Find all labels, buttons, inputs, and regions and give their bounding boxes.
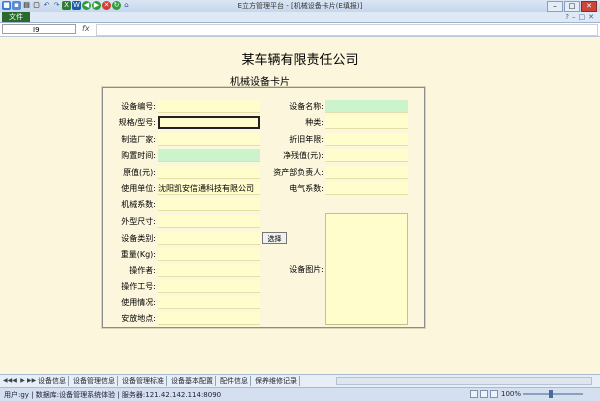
operator-field[interactable] bbox=[158, 264, 260, 277]
type-label: 种类: bbox=[305, 118, 324, 127]
operator-label: 操作者: bbox=[129, 266, 156, 275]
window-controls: – □ ✕ bbox=[547, 1, 597, 12]
zoom-level[interactable]: 100% bbox=[501, 390, 521, 398]
dimensions-label: 外型尺寸: bbox=[121, 217, 156, 226]
weight-field[interactable] bbox=[158, 248, 260, 261]
tab-management-standard[interactable]: 设备管理标准 bbox=[120, 376, 167, 386]
equipment-name-label: 设备名称: bbox=[289, 102, 324, 111]
status-text: 用户:gy | 数据库:设备管理系统体验 | 服务器:121.42.142.11… bbox=[4, 391, 222, 399]
manufacturer-field[interactable] bbox=[158, 133, 260, 146]
name-box[interactable]: I9 bbox=[2, 24, 76, 34]
ribbon-controls: ? – □ ✕ bbox=[565, 13, 594, 21]
tab-maintenance-records[interactable]: 保养维修记录 bbox=[253, 376, 300, 386]
asset-manager-field[interactable] bbox=[325, 166, 408, 179]
manufacturer-label: 制造厂家: bbox=[121, 135, 156, 144]
file-tab[interactable]: 文件 bbox=[2, 12, 30, 22]
company-name: 某车辆有限责任公司 bbox=[241, 53, 359, 68]
dimensions-field[interactable] bbox=[158, 215, 260, 228]
original-value-label: 原值(元): bbox=[123, 168, 156, 177]
title-bar: ■ ▪ ▤ ▢ ↶ ↷ X W ◀ ▶ ✕ ↻ ⌂ E立方管理平台 - [机械设… bbox=[0, 0, 600, 12]
status-bar: 用户:gy | 数据库:设备管理系统体验 | 服务器:121.42.142.11… bbox=[0, 387, 600, 401]
ribbon-minimize-icon[interactable]: – bbox=[572, 13, 576, 21]
page-layout-icon[interactable] bbox=[480, 390, 488, 398]
category-label: 设备类别: bbox=[121, 234, 156, 243]
prev-tab-icon[interactable]: ◀ bbox=[11, 376, 18, 385]
original-value-field[interactable] bbox=[158, 166, 260, 179]
sheet-tab-bar: ◀◀ ◀ ▶ ▶▶ 设备信息 设备管理信息 设备管理标准 设备基本配置 配件信息… bbox=[0, 374, 600, 387]
model-label: 规格/型号: bbox=[118, 118, 156, 127]
page-break-icon[interactable] bbox=[490, 390, 498, 398]
category-field[interactable] bbox=[158, 232, 260, 245]
zoom-slider-knob[interactable] bbox=[549, 390, 553, 398]
depreciation-years-label: 折旧年限: bbox=[289, 135, 324, 144]
ribbon-close-icon[interactable]: ✕ bbox=[588, 13, 594, 21]
operator-id-label: 操作工号: bbox=[121, 282, 156, 291]
operator-id-field[interactable] bbox=[158, 280, 260, 293]
location-field[interactable] bbox=[158, 312, 260, 325]
fx-icon[interactable]: fx bbox=[82, 24, 90, 33]
weight-label: 重量(Kg): bbox=[120, 250, 156, 259]
electrical-coef-label: 电气系数: bbox=[289, 184, 324, 193]
usage-label: 使用情况: bbox=[121, 298, 156, 307]
net-residual-field[interactable] bbox=[325, 149, 408, 162]
purchase-date-field[interactable] bbox=[158, 149, 260, 162]
zoom-slider[interactable] bbox=[523, 393, 583, 395]
tab-equipment-info[interactable]: 设备信息 bbox=[36, 376, 69, 386]
purchase-date-label: 购置时间: bbox=[121, 151, 156, 160]
tab-equipment-management[interactable]: 设备管理信息 bbox=[71, 376, 118, 386]
ribbon-restore-icon[interactable]: □ bbox=[579, 13, 586, 21]
tab-navigation: ◀◀ ◀ ▶ ▶▶ bbox=[3, 376, 36, 385]
card-title: 机械设备卡片 bbox=[230, 77, 290, 88]
view-buttons bbox=[470, 390, 498, 398]
normal-view-icon[interactable] bbox=[470, 390, 478, 398]
depreciation-years-field[interactable] bbox=[325, 133, 408, 146]
electrical-coef-field[interactable] bbox=[325, 182, 408, 195]
sheet-tabs: 设备信息 设备管理信息 设备管理标准 设备基本配置 配件信息 保养维修记录 bbox=[36, 376, 300, 386]
equipment-no-label: 设备编号: bbox=[121, 102, 156, 111]
type-field[interactable] bbox=[325, 116, 408, 129]
first-tab-icon[interactable]: ◀◀ bbox=[3, 376, 12, 385]
mechanical-coef-field[interactable] bbox=[158, 198, 260, 211]
formula-input[interactable] bbox=[96, 24, 598, 36]
location-label: 安放地点: bbox=[121, 314, 156, 323]
maximize-button[interactable]: □ bbox=[564, 1, 580, 12]
formula-bar: I9 fx bbox=[0, 23, 600, 37]
equipment-name-field[interactable] bbox=[325, 100, 408, 113]
asset-manager-label: 资产部负责人: bbox=[273, 168, 324, 177]
mechanical-coef-label: 机械系数: bbox=[121, 200, 156, 209]
photo-label: 设备图片: bbox=[289, 265, 324, 274]
ribbon: 文件 ? – □ ✕ bbox=[0, 12, 600, 23]
tab-basic-config[interactable]: 设备基本配置 bbox=[169, 376, 216, 386]
last-tab-icon[interactable]: ▶▶ bbox=[27, 376, 36, 385]
net-residual-label: 净残值(元): bbox=[283, 151, 324, 160]
minimize-button[interactable]: – bbox=[547, 1, 563, 12]
close-button[interactable]: ✕ bbox=[581, 1, 597, 12]
worksheet: 某车辆有限责任公司 机械设备卡片 设备编号: 规格/型号: 制造厂家: 购置时间… bbox=[0, 37, 600, 373]
user-unit-label: 使用单位: bbox=[121, 184, 156, 193]
choose-button[interactable]: 选择 bbox=[262, 232, 287, 244]
user-unit-field[interactable]: 沈阳凯安信通科技有限公司 bbox=[158, 182, 260, 195]
usage-field[interactable] bbox=[158, 296, 260, 309]
window-title: E立方管理平台 - [机械设备卡片(E填报)] bbox=[237, 2, 363, 10]
tab-parts-info[interactable]: 配件信息 bbox=[218, 376, 251, 386]
equipment-no-field[interactable] bbox=[158, 100, 260, 113]
equipment-photo-area[interactable] bbox=[325, 213, 408, 325]
model-field[interactable] bbox=[158, 116, 260, 129]
next-tab-icon[interactable]: ▶ bbox=[19, 376, 26, 385]
horizontal-scrollbar[interactable] bbox=[336, 377, 592, 385]
help-icon[interactable]: ? bbox=[565, 13, 569, 21]
